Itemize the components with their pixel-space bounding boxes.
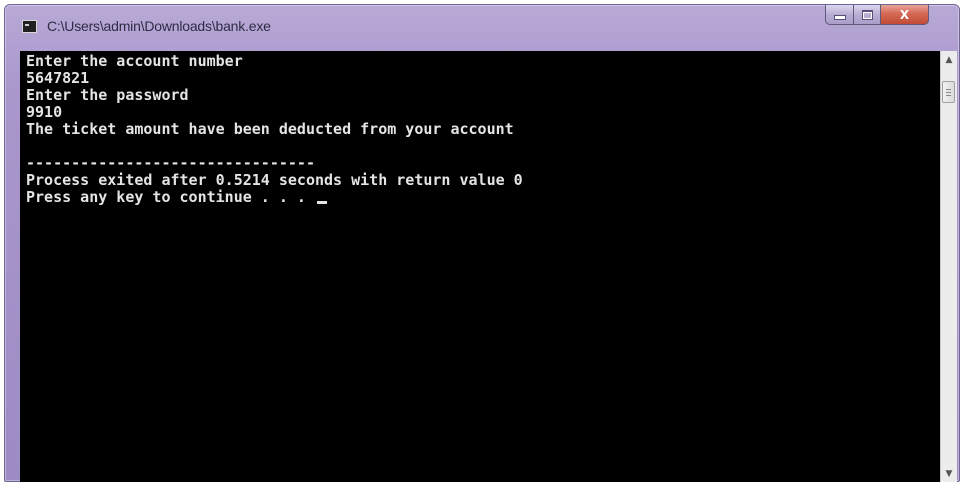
scroll-up-button[interactable]: ▲ [941,51,957,68]
console-prompt-text: Press any key to continue . . . [26,188,315,206]
console-line: 9910 [26,103,63,121]
console-line: 5647821 [26,69,90,87]
scroll-thumb[interactable] [942,81,955,103]
console-line: Enter the password [26,86,189,104]
text-cursor [316,201,327,204]
console-app-icon[interactable] [22,20,37,33]
scroll-down-arrow-icon: ▼ [945,468,953,479]
title-bar[interactable]: C:\Users\admin\Downloads\bank.exe X [5,5,959,51]
console-line: Process exited after 0.5214 seconds with… [26,171,523,189]
grip-line [946,89,951,90]
grip-line [946,95,951,96]
window-title: C:\Users\admin\Downloads\bank.exe [47,18,271,34]
scroll-up-arrow-icon: ▲ [945,54,953,65]
console-text: Enter the account number 5647821 Enter the… [26,53,523,206]
console-line: Enter the account number [26,52,243,70]
window-controls: X [825,5,929,29]
vertical-scrollbar[interactable]: ▲ ▼ [940,51,957,482]
console-prompt-line: Press any key to continue . . . [26,189,523,206]
close-icon: X [899,7,910,22]
close-button[interactable]: X [881,5,929,25]
maximize-icon [861,9,873,20]
console-line: The ticket amount have been deducted fro… [26,120,514,138]
maximize-button[interactable] [854,5,881,25]
console-separator: -------------------------------- [26,154,315,172]
minimize-icon [833,15,846,20]
console-window: C:\Users\admin\Downloads\bank.exe X Ente… [4,4,960,482]
grip-line [946,92,951,93]
scroll-down-button[interactable]: ▼ [941,465,957,482]
console-output-area[interactable]: Enter the account number 5647821 Enter the… [20,51,940,482]
minimize-button[interactable] [825,5,854,25]
